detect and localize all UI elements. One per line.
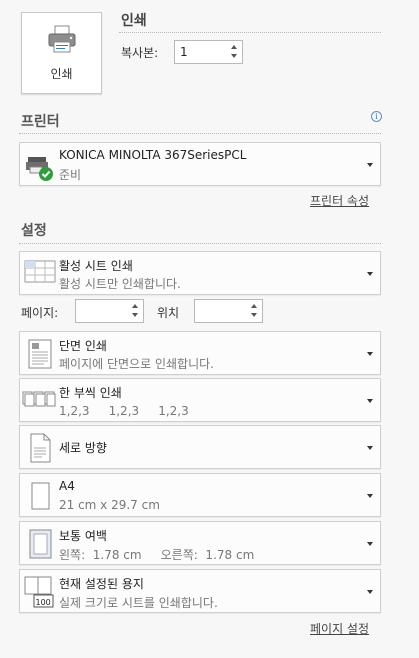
printer-properties-link[interactable]: 프린터 속성 <box>310 192 369 209</box>
pages-from-spinner[interactable] <box>75 299 144 323</box>
pages-to-spin-arrows[interactable] <box>248 301 260 321</box>
orientation-dropdown[interactable]: 세로 방향 <box>19 425 381 469</box>
spin-up-icon[interactable] <box>251 304 257 308</box>
pages-from-spin-arrows[interactable] <box>129 301 141 321</box>
collation-dropdown[interactable]: 한 부씩 인쇄 1,2,3 1,2,3 1,2,3 <box>19 378 381 422</box>
spin-up-icon[interactable] <box>231 45 237 49</box>
collation-desc: 1,2,3 1,2,3 1,2,3 <box>59 404 189 418</box>
print-what-desc: 활성 시트만 인쇄합니다. <box>59 277 181 291</box>
copies-spin-arrows[interactable] <box>228 42 240 62</box>
sides-dropdown[interactable]: 단면 인쇄 페이지에 단면으로 인쇄합니다. <box>19 331 381 375</box>
chevron-down-icon[interactable] <box>367 352 373 356</box>
printer-name: KONICA MINOLTA 367SeriesPCL <box>59 148 247 162</box>
sides-desc: 페이지에 단면으로 인쇄합니다. <box>59 357 214 371</box>
margins-icon <box>29 529 52 559</box>
settings-heading-divider <box>19 243 381 244</box>
chevron-down-icon[interactable] <box>367 494 373 498</box>
paper-size-title: A4 <box>59 479 75 493</box>
spin-down-icon[interactable] <box>251 313 257 317</box>
printer-heading-divider <box>19 133 381 134</box>
chevron-down-icon[interactable] <box>367 590 373 594</box>
pages-to-spinner[interactable] <box>194 299 263 323</box>
printer-heading: 프린터 <box>21 114 60 130</box>
portrait-icon <box>30 433 51 463</box>
chevron-down-icon[interactable] <box>367 272 373 276</box>
chevron-down-icon[interactable] <box>367 446 373 450</box>
sides-title: 단면 인쇄 <box>59 339 107 353</box>
scaling-desc: 실제 크기로 시트를 인쇄합니다. <box>59 596 218 610</box>
print-heading-divider <box>119 32 381 33</box>
page-setup-link[interactable]: 페이지 설정 <box>310 620 369 637</box>
print-button[interactable]: 인쇄 <box>21 12 102 94</box>
margins-dropdown[interactable]: 보통 여백 왼쪽: 1.78 cm 오른쪽: 1.78 cm <box>19 521 381 565</box>
scaling-icon: 100 <box>24 576 54 608</box>
margins-desc: 왼쪽: 1.78 cm 오른쪽: 1.78 cm <box>59 548 255 562</box>
spin-down-icon[interactable] <box>132 313 138 317</box>
copies-label: 복사본: <box>121 46 159 60</box>
paper-size-desc: 21 cm x 29.7 cm <box>59 498 160 512</box>
settings-heading: 설정 <box>21 223 47 239</box>
printer-status: 준비 <box>59 168 82 182</box>
copies-spinner[interactable]: 1 <box>174 40 243 64</box>
copies-value: 1 <box>180 45 188 59</box>
print-what-title: 활성 시트 인쇄 <box>59 259 133 273</box>
sheet-icon <box>24 260 56 283</box>
printer-dropdown[interactable]: KONICA MINOLTA 367SeriesPCL 준비 <box>19 142 381 186</box>
chevron-down-icon[interactable] <box>367 399 373 403</box>
collation-title: 한 부씩 인쇄 <box>59 386 122 400</box>
orientation-title: 세로 방향 <box>59 441 107 455</box>
scaling-icon-text: 100 <box>36 598 51 607</box>
info-icon[interactable]: i <box>371 111 382 122</box>
spin-up-icon[interactable] <box>132 304 138 308</box>
margins-title: 보통 여백 <box>59 529 107 543</box>
printer-icon <box>48 25 76 53</box>
scaling-title: 현재 설정된 용지 <box>59 577 144 591</box>
printer-status-icon <box>26 157 53 181</box>
paper-size-icon <box>31 482 50 510</box>
paper-size-dropdown[interactable]: A4 21 cm x 29.7 cm <box>19 473 381 517</box>
print-what-dropdown[interactable]: 활성 시트 인쇄 활성 시트만 인쇄합니다. <box>19 251 381 295</box>
chevron-down-icon[interactable] <box>367 542 373 546</box>
collated-icon <box>22 391 56 407</box>
print-button-label: 인쇄 <box>50 67 73 81</box>
pages-to-label: 위치 <box>157 306 180 320</box>
one-sided-icon <box>28 339 52 369</box>
print-heading: 인쇄 <box>121 13 147 29</box>
chevron-down-icon[interactable] <box>367 163 373 167</box>
scaling-dropdown[interactable]: 100 현재 설정된 용지 실제 크기로 시트를 인쇄합니다. <box>19 569 381 613</box>
pages-label: 페이지: <box>21 306 59 320</box>
spin-down-icon[interactable] <box>231 54 237 58</box>
